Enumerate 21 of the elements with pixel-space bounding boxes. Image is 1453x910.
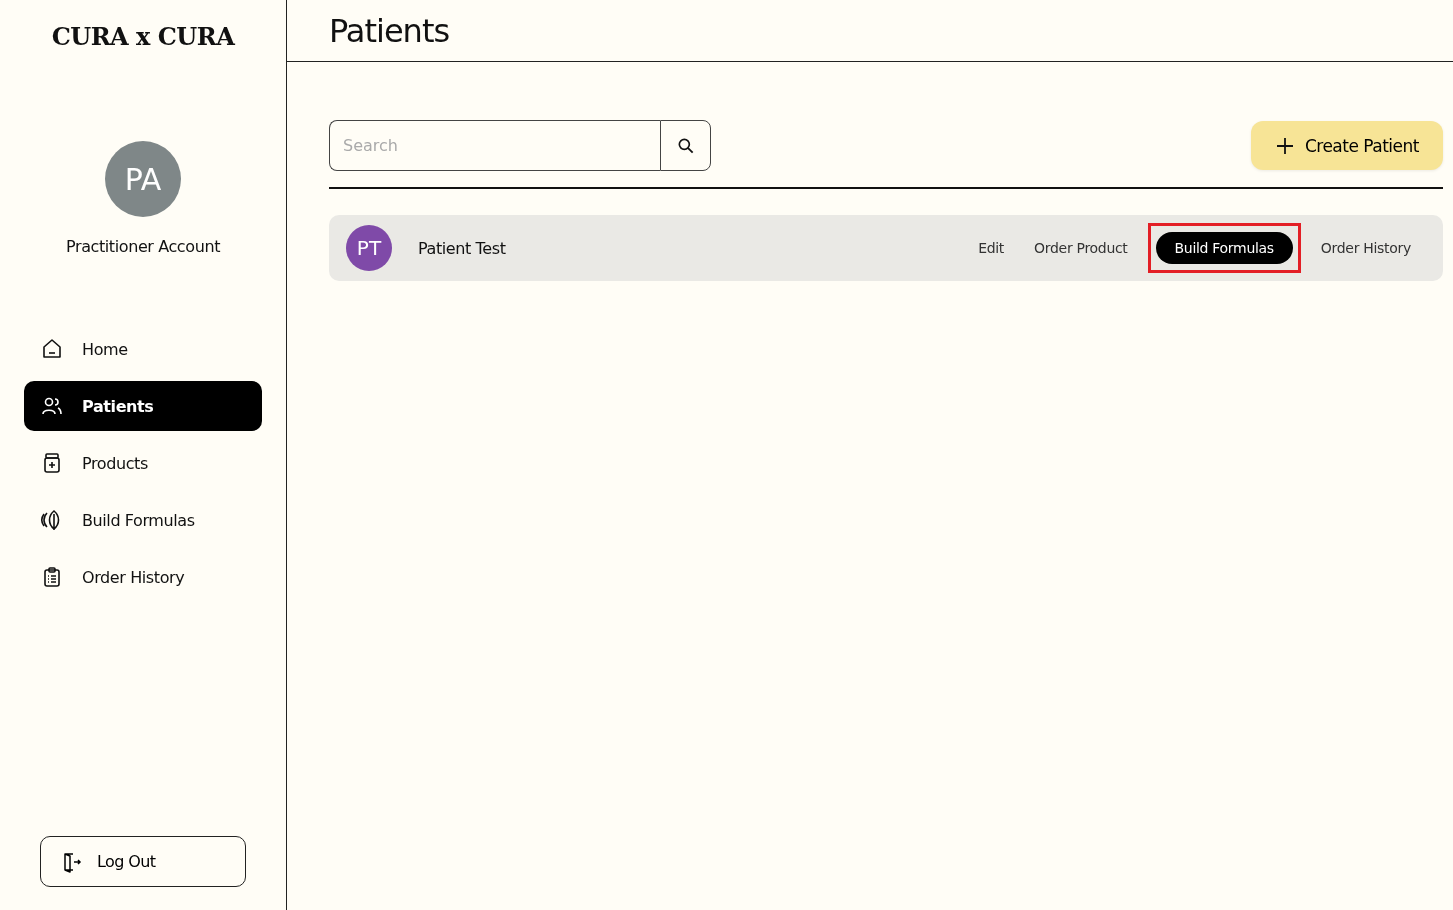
- nav-item[interactable]: Order History: [24, 552, 262, 602]
- page-title: Patients: [329, 11, 450, 50]
- account-name: Practitioner Account: [66, 237, 220, 256]
- search-button[interactable]: [660, 120, 711, 171]
- account-avatar: PA: [105, 141, 181, 217]
- search-field[interactable]: Search: [329, 120, 660, 171]
- logout-button[interactable]: Log Out: [40, 836, 246, 887]
- nav-item[interactable]: Products: [24, 438, 262, 488]
- brand-logo: CURA x CURA: [51, 22, 235, 51]
- home-icon: [40, 337, 64, 361]
- plus-icon: [1274, 135, 1295, 156]
- patient-avatar: PT: [346, 225, 392, 271]
- create-patient-button[interactable]: Create Patient: [1250, 121, 1443, 170]
- nav-item[interactable]: Patients: [24, 381, 262, 431]
- patient-name: Patient Test: [418, 238, 507, 258]
- action-link[interactable]: Edit: [968, 232, 1015, 264]
- action-link[interactable]: Order Product: [1024, 232, 1138, 264]
- nav-item[interactable]: Home: [24, 324, 262, 374]
- action-link[interactable]: Build Formulas: [1155, 232, 1293, 264]
- nav-item[interactable]: Build Formulas: [24, 495, 262, 545]
- action-link[interactable]: Order History: [1310, 232, 1421, 264]
